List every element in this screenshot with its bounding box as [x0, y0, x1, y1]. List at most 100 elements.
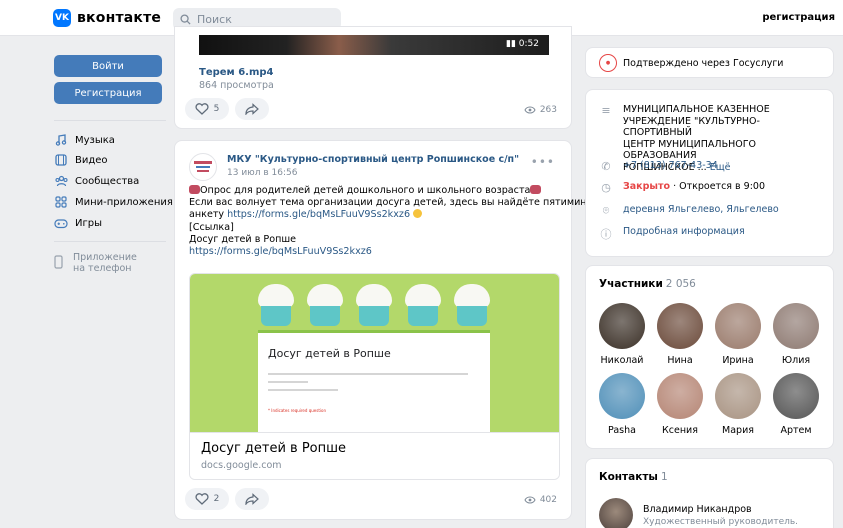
contact-name[interactable]: Владимир Никандров — [643, 504, 752, 515]
sidebar-item-label: Музыка — [75, 134, 115, 146]
video-player[interactable]: ▮▮ 0:52 — [199, 35, 549, 55]
phone-number[interactable]: +7 (813) 767-43-34 — [623, 160, 718, 173]
link-preview[interactable]: Досуг детей в Ропше * Indicates required… — [189, 273, 560, 480]
search-placeholder: Поиск — [197, 12, 232, 26]
view-count: 263 — [539, 105, 557, 115]
logo-text: вконтакте — [77, 10, 162, 26]
gosuslugi-text: Подтверждено через Госуслуги — [623, 58, 784, 69]
form-line — [268, 373, 468, 375]
members-count: 2 056 — [665, 278, 696, 290]
member-name: Нина — [667, 355, 693, 366]
login-button[interactable]: Войти — [54, 55, 162, 77]
smile-emoji-icon — [413, 209, 423, 219]
member-item[interactable]: Ирина — [710, 303, 766, 366]
details-row[interactable]: ⓘ Подробная информация — [599, 226, 745, 242]
video-duration: ▮▮ 0:52 — [506, 39, 539, 49]
contacts-title[interactable]: Контакты 1 — [599, 471, 668, 483]
member-name: Юлия — [781, 355, 811, 366]
cupcake-banner — [258, 278, 490, 330]
family-emoji-icon — [530, 185, 542, 194]
games-icon — [54, 216, 68, 230]
form-title: Досуг детей в Ропше — [268, 347, 391, 360]
clock-icon: ◷ — [601, 181, 611, 194]
share-icon — [245, 493, 259, 505]
contacts-count: 1 — [660, 471, 668, 483]
register-button[interactable]: Регистрация — [54, 82, 162, 104]
view-counter: 263 — [524, 105, 557, 115]
preview-url: docs.google.com — [201, 460, 282, 471]
like-button[interactable]: 5 — [185, 98, 229, 120]
member-item[interactable]: Нина — [652, 303, 708, 366]
sidebar-item-label: Видео — [75, 154, 108, 166]
avatar — [657, 373, 703, 419]
communities-icon — [54, 174, 68, 188]
member-name: Pasha — [608, 425, 636, 436]
apps-icon — [54, 195, 68, 209]
details-link[interactable]: Подробная информация — [623, 226, 745, 242]
member-name: Ирина — [722, 355, 754, 366]
member-name: Ксения — [662, 425, 698, 436]
sidebar-item-music[interactable]: Музыка — [54, 133, 115, 147]
video-icon — [54, 153, 68, 167]
sidebar-item-communities[interactable]: Сообщества — [54, 174, 139, 188]
member-name: Артем — [780, 425, 812, 436]
family-emoji-icon — [189, 185, 200, 194]
share-button[interactable] — [235, 98, 269, 120]
sidebar-item-video[interactable]: Видео — [54, 153, 108, 167]
avatar — [773, 373, 819, 419]
members-card: Участники 2 056 Николай Нина Ирина Юлия P… — [585, 265, 834, 449]
heart-icon — [195, 103, 209, 115]
post-date[interactable]: 13 июл в 16:56 — [227, 168, 297, 178]
members-title[interactable]: Участники 2 056 — [599, 278, 696, 290]
address[interactable]: деревня Яльгелево, Яльгелево — [623, 204, 779, 218]
eye-icon — [524, 106, 536, 114]
form-line — [268, 389, 338, 391]
sidebar-item-label: Игры — [75, 217, 102, 229]
form-line — [268, 381, 308, 383]
phone-icon: ✆ — [601, 160, 611, 173]
post-line-4: [Ссылка] — [189, 221, 234, 233]
post-card: МКУ "Культурно-спортивный центр Ропшинск… — [174, 140, 618, 520]
sidebar-divider — [54, 120, 166, 121]
post-line-1: Опрос для родителей детей дошкольного и … — [189, 185, 561, 197]
avatar — [773, 303, 819, 349]
member-item[interactable]: Ксения — [652, 373, 708, 436]
hours-row: ◷ Закрыто · Откроется в 9:00 — [599, 181, 765, 194]
community-avatar[interactable] — [189, 153, 217, 181]
register-link[interactable]: регистрация — [762, 12, 835, 23]
sidebar-item-label: Сообщества — [75, 175, 140, 187]
member-item[interactable]: Pasha — [594, 373, 650, 436]
app-line-2: на телефон — [73, 263, 132, 274]
mobile-app-link[interactable]: Приложение на телефон — [54, 252, 137, 274]
post-line-5: Досуг детей в Ропше — [189, 233, 297, 245]
video-title[interactable]: Терем 6.mp4 — [199, 67, 274, 78]
info-card: ≡ МУНИЦИПАЛЬНОЕ КАЗЕННОЕ УЧРЕЖДЕНИЕ "КУЛ… — [585, 89, 834, 257]
post-author[interactable]: МКУ "Культурно-спортивный центр Ропшинск… — [227, 154, 519, 165]
member-item[interactable]: Артем — [768, 373, 824, 436]
phone-row[interactable]: ✆ +7 (813) 767-43-34 — [599, 160, 718, 173]
form-link[interactable]: https://forms.gle/bqMsLFuuV9Ss2kxz6 — [227, 209, 410, 220]
form-required-note: * Indicates required question — [268, 408, 326, 413]
gosuslugi-icon: ● — [599, 54, 617, 72]
sidebar-item-miniapps[interactable]: Мини-приложения — [54, 195, 173, 209]
member-item[interactable]: Мария — [710, 373, 766, 436]
member-item[interactable]: Юлия — [768, 303, 824, 366]
sidebar-item-games[interactable]: Игры — [54, 216, 102, 230]
address-row[interactable]: ⌾ деревня Яльгелево, Яльгелево — [599, 204, 779, 218]
avatar — [599, 373, 645, 419]
eye-icon — [524, 496, 536, 504]
avatar[interactable] — [599, 498, 633, 528]
music-icon — [54, 133, 68, 147]
closed-status: Закрыто — [623, 181, 671, 192]
vk-logo[interactable]: VK вконтакте — [53, 9, 161, 27]
preview-image: Досуг детей в Ропше * Indicates required… — [190, 274, 559, 432]
share-button[interactable] — [235, 488, 269, 510]
community-logo-icon — [194, 161, 212, 172]
like-button[interactable]: 2 — [185, 488, 229, 510]
like-count: 5 — [213, 104, 220, 114]
more-options-icon[interactable]: ••• — [531, 155, 555, 169]
vk-logo-icon: VK — [53, 9, 71, 27]
form-link-2[interactable]: https://forms.gle/bqMsLFuuV9Ss2kxz6 — [189, 246, 561, 258]
view-count: 402 — [539, 495, 557, 505]
member-item[interactable]: Николай — [594, 303, 650, 366]
